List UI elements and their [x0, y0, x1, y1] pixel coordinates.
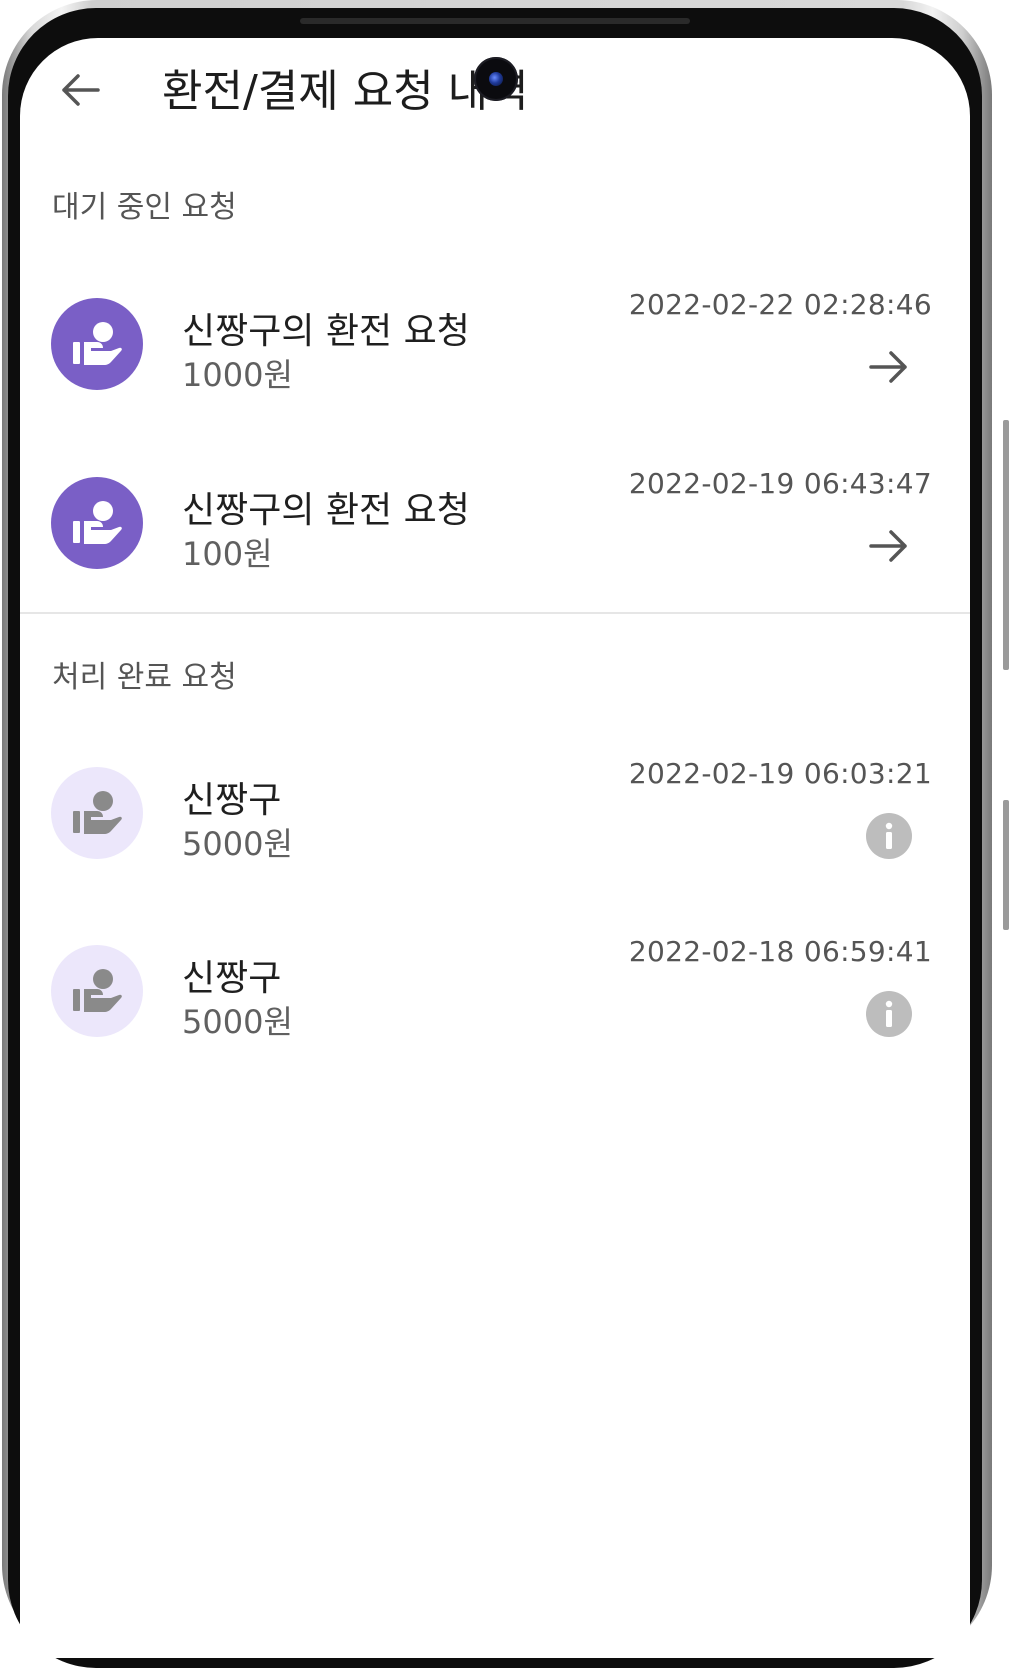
info-icon: [866, 991, 912, 1037]
arrow-left-icon: [62, 74, 100, 106]
section-divider: [20, 612, 970, 614]
request-title: 신짱구: [182, 958, 282, 999]
power-button: [1003, 800, 1009, 930]
volume-button: [1003, 420, 1009, 670]
earpiece-speaker: [300, 18, 690, 24]
request-avatar: [51, 477, 143, 569]
request-amount: 100원: [182, 535, 273, 573]
request-amount: 5000원: [182, 825, 293, 863]
section-title-pending: 대기 중인 요청: [52, 190, 237, 225]
request-avatar: [51, 945, 143, 1037]
request-amount: 5000원: [182, 1003, 293, 1041]
back-button[interactable]: [52, 62, 108, 118]
request-avatar: [51, 767, 143, 859]
completed-request-item[interactable]: 신짱구 5000원 2022-02-18 06:59:41: [20, 919, 970, 1059]
request-title: 신짱구의 환전 요청: [182, 490, 470, 531]
request-time: 2022-02-19 06:03:21: [628, 757, 932, 790]
open-request-button[interactable]: [864, 342, 914, 392]
front-camera: [474, 57, 518, 101]
hand-user-icon: [73, 969, 122, 1012]
request-time: 2022-02-22 02:28:46: [628, 288, 932, 321]
arrow-right-icon: [869, 351, 907, 383]
arrow-right-icon: [869, 530, 907, 562]
hand-user-icon: [73, 501, 122, 544]
page-title: 환전/결제 요청 내역: [162, 66, 529, 117]
request-title: 신짱구: [182, 780, 282, 821]
request-info-button[interactable]: [864, 811, 914, 861]
request-avatar: [51, 298, 143, 390]
request-time: 2022-02-18 06:59:41: [628, 935, 932, 968]
open-request-button[interactable]: [864, 521, 914, 571]
request-time: 2022-02-19 06:43:47: [628, 467, 932, 500]
info-icon: [866, 813, 912, 859]
completed-request-item[interactable]: 신짱구 5000원 2022-02-19 06:03:21: [20, 741, 970, 881]
request-amount: 1000원: [182, 356, 293, 394]
request-info-button[interactable]: [864, 989, 914, 1039]
pending-request-item[interactable]: 신짱구의 환전 요청 100원 2022-02-19 06:43:47: [20, 451, 970, 591]
section-title-completed: 처리 완료 요청: [52, 660, 237, 695]
request-title: 신짱구의 환전 요청: [182, 311, 470, 352]
pending-request-item[interactable]: 신짱구의 환전 요청 1000원 2022-02-22 02:28:46: [20, 272, 970, 412]
hand-user-icon: [73, 791, 122, 834]
hand-user-icon: [73, 322, 122, 365]
